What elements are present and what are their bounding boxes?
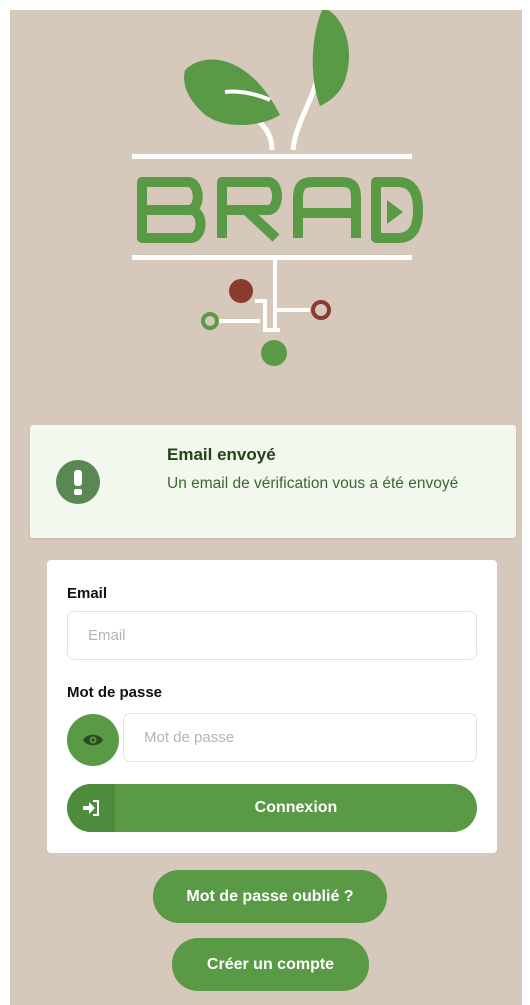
show-password-button[interactable] bbox=[67, 714, 119, 766]
forgot-password-button[interactable]: Mot de passe oublié ? bbox=[153, 870, 387, 923]
create-account-button[interactable]: Créer un compte bbox=[172, 938, 369, 991]
login-button[interactable]: Connexion bbox=[67, 784, 477, 832]
sign-in-icon bbox=[67, 784, 115, 832]
password-field[interactable] bbox=[123, 713, 477, 762]
password-label: Mot de passe bbox=[67, 684, 163, 701]
notification-message: Un email de vérification vous a été envo… bbox=[167, 475, 459, 492]
email-label: Email bbox=[67, 585, 108, 602]
login-form: Email Mot de passe Connexion bbox=[47, 560, 497, 853]
email-field[interactable] bbox=[67, 611, 477, 660]
login-screen: Email envoyé Un email de vérification vo… bbox=[10, 10, 522, 1005]
exclamation-icon bbox=[56, 460, 100, 504]
brad-logo bbox=[132, 10, 423, 366]
login-button-label: Connexion bbox=[254, 799, 338, 816]
eye-icon bbox=[83, 734, 103, 746]
email-sent-notification: Email envoyé Un email de vérification vo… bbox=[30, 425, 516, 538]
notification-title: Email envoyé bbox=[167, 445, 276, 464]
